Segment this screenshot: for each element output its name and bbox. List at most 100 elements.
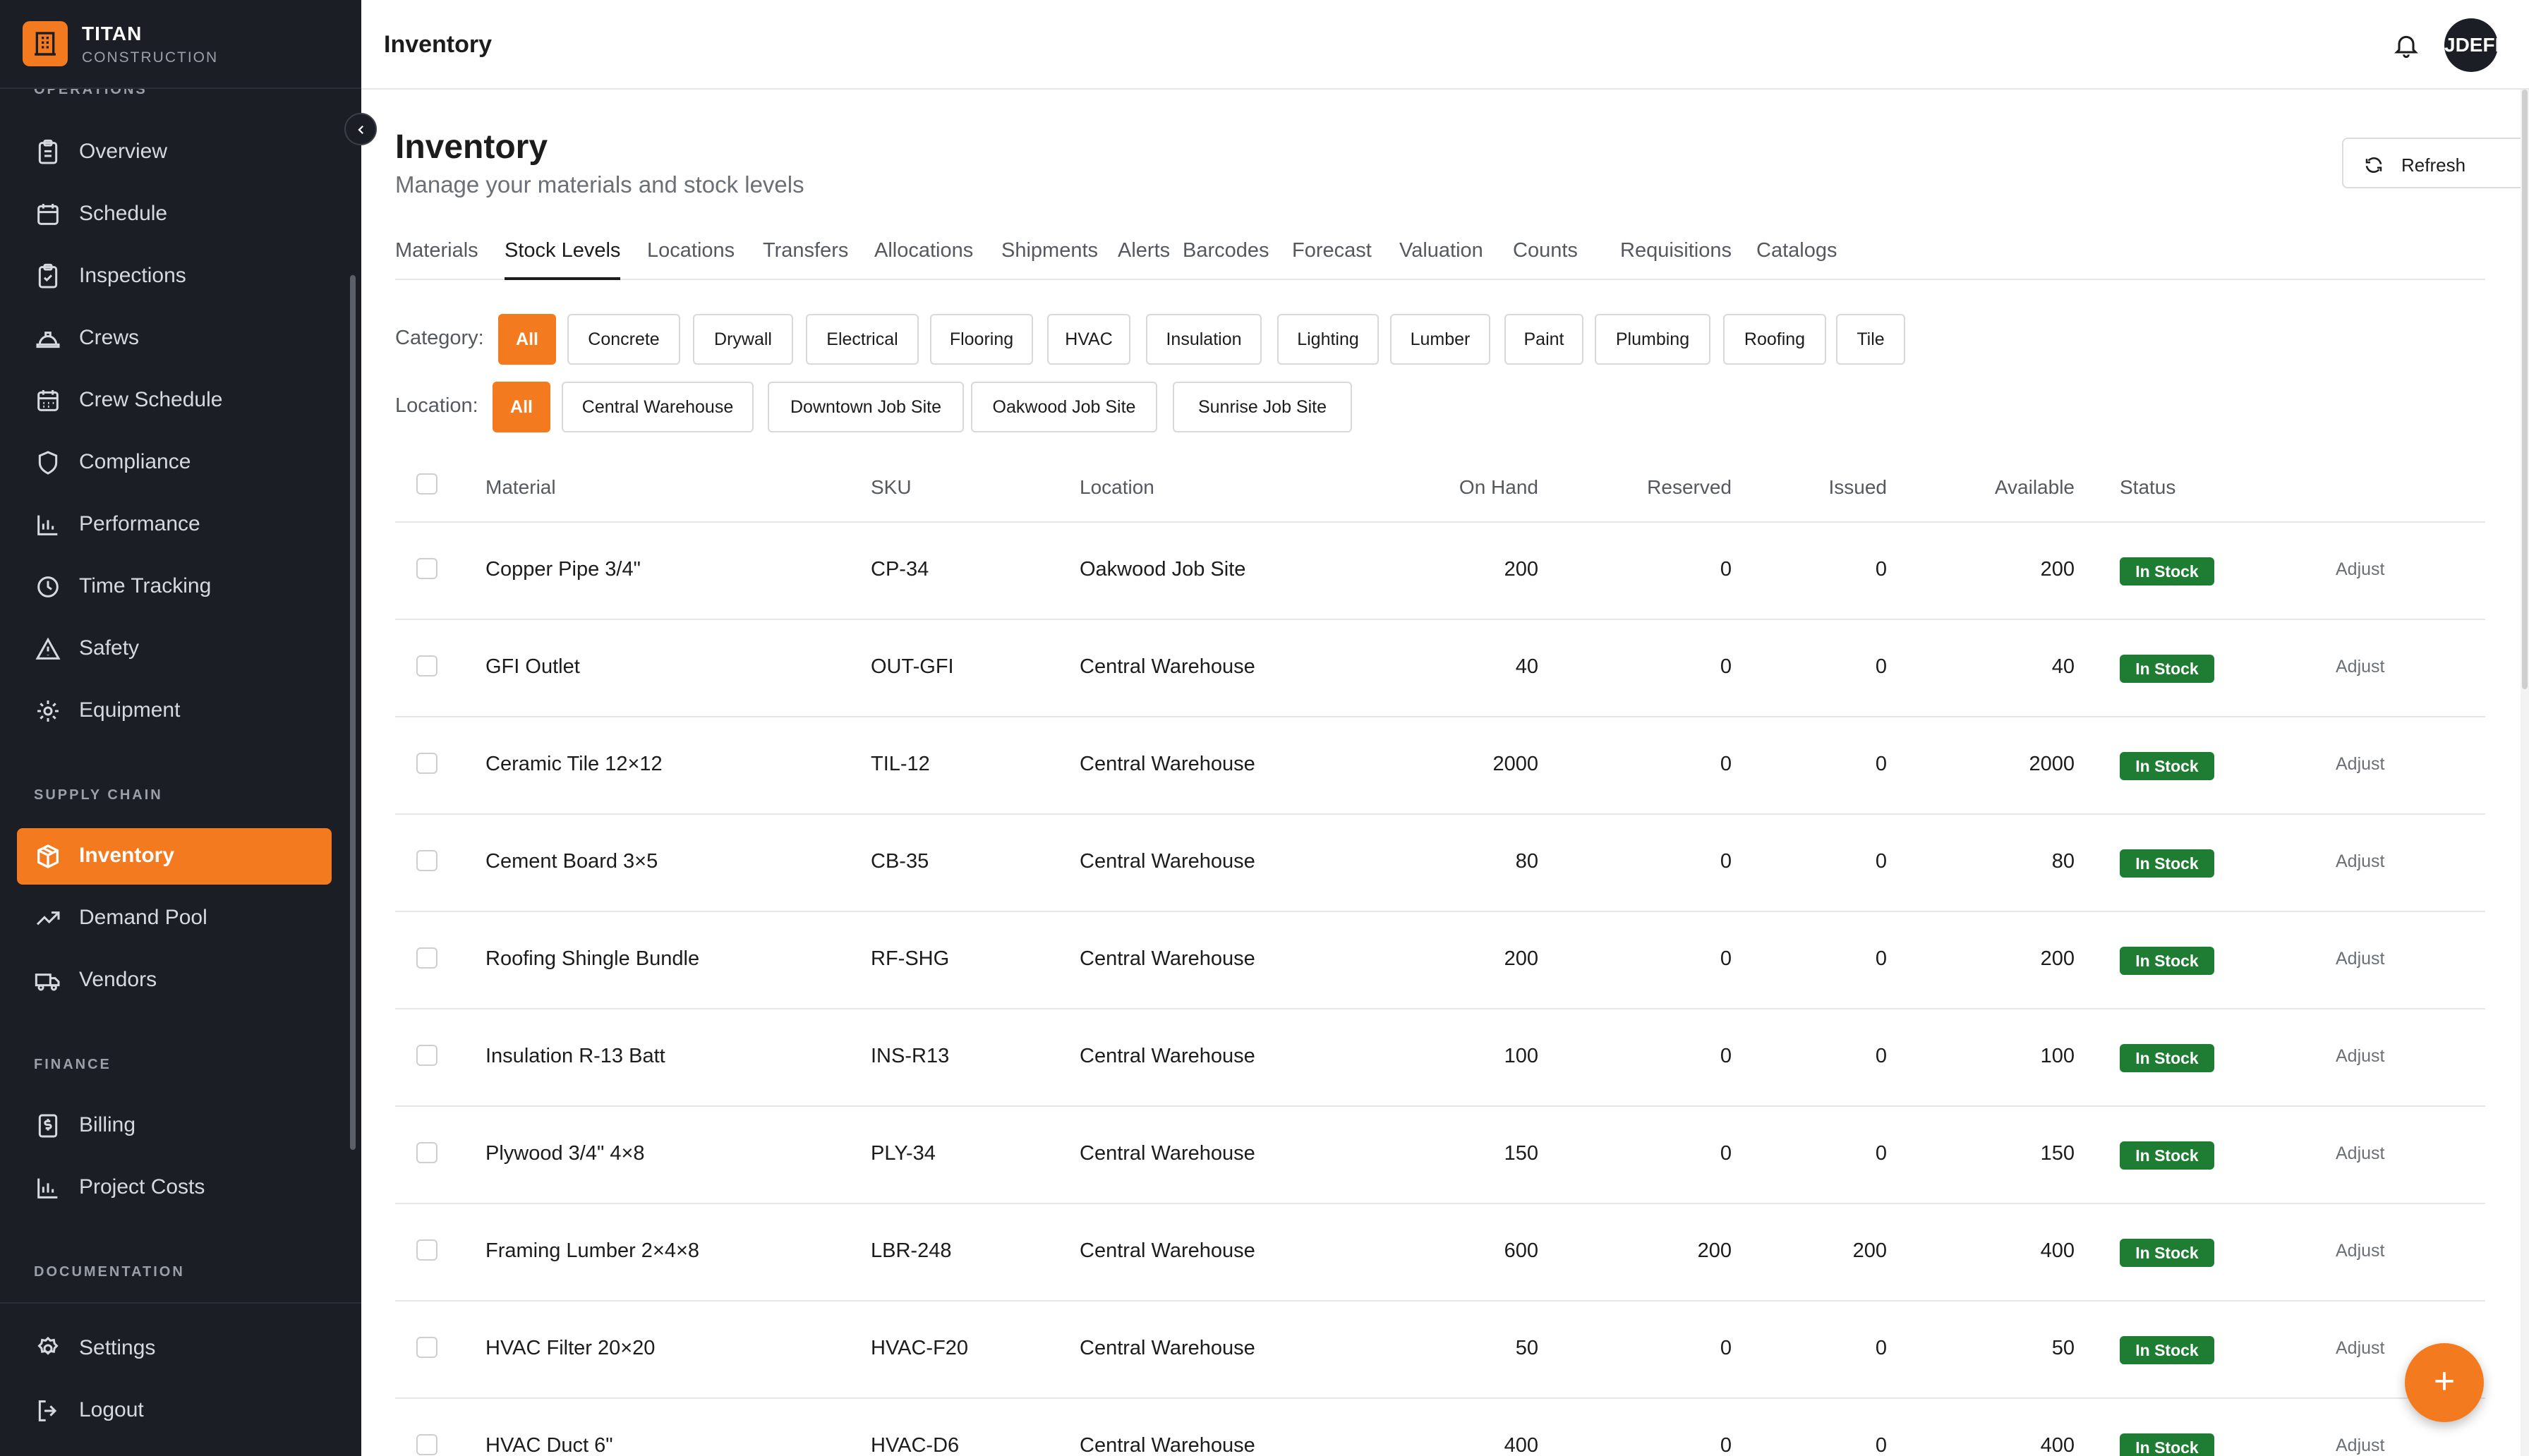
sidebar-item-schedule[interactable]: Schedule	[17, 186, 332, 243]
category-chip-drywall[interactable]: Drywall	[693, 314, 793, 365]
page-scrollbar[interactable]	[2521, 90, 2529, 1456]
adjust-button[interactable]: Adjust	[2336, 559, 2384, 580]
refresh-button[interactable]: Refresh	[2342, 138, 2528, 188]
column-header-on-hand[interactable]: On Hand	[1397, 476, 1538, 499]
adjust-button[interactable]: Adjust	[2336, 1436, 2384, 1456]
table-row[interactable]: Ceramic Tile 12×12 TIL-12 Central Warehous…	[395, 716, 2485, 813]
sidebar-item-billing[interactable]: Billing	[17, 1098, 332, 1154]
category-chip-concrete[interactable]: Concrete	[567, 314, 680, 365]
category-chip-roofing[interactable]: Roofing	[1723, 314, 1826, 365]
tab-valuation[interactable]: Valuation	[1399, 239, 1483, 280]
row-checkbox[interactable]	[416, 1239, 437, 1261]
location-chip-central-warehouse[interactable]: Central Warehouse	[562, 382, 754, 432]
row-checkbox[interactable]	[416, 947, 437, 969]
category-chip-flooring[interactable]: Flooring	[930, 314, 1033, 365]
tab-locations[interactable]: Locations	[647, 239, 735, 280]
adjust-button[interactable]: Adjust	[2336, 949, 2384, 969]
tab-barcodes[interactable]: Barcodes	[1183, 239, 1269, 280]
tab-transfers[interactable]: Transfers	[763, 239, 848, 280]
adjust-button[interactable]: Adjust	[2336, 1143, 2384, 1164]
tab-shipments[interactable]: Shipments	[1001, 239, 1098, 280]
sidebar-scrollbar[interactable]	[350, 275, 356, 1150]
avatar[interactable]: JDEFI	[2444, 18, 2498, 72]
category-chip-hvac[interactable]: HVAC	[1047, 314, 1130, 365]
column-header-issued[interactable]: Issued	[1746, 476, 1888, 499]
table-row[interactable]: GFI Outlet OUT-GFI Central Warehouse 40 0 0 40…	[395, 619, 2485, 716]
location-chip-oakwood-job-site[interactable]: Oakwood Job Site	[971, 382, 1157, 432]
category-chip-all[interactable]: All	[498, 314, 556, 365]
row-checkbox[interactable]	[416, 1142, 437, 1163]
column-header-status[interactable]: Status	[2120, 476, 2175, 499]
adjust-button[interactable]: Adjust	[2336, 754, 2384, 775]
column-header-available[interactable]: Available	[1933, 476, 2075, 499]
material-cell: HVAC Duct 6"	[485, 1434, 613, 1456]
category-chip-insulation[interactable]: Insulation	[1146, 314, 1262, 365]
sidebar-item-compliance[interactable]: Compliance	[17, 435, 332, 491]
category-chip-lighting[interactable]: Lighting	[1277, 314, 1379, 365]
table-row[interactable]: Copper Pipe 3/4" CP-34 Oakwood Job Site 200…	[395, 521, 2485, 619]
row-checkbox[interactable]	[416, 850, 437, 871]
tab-materials[interactable]: Materials	[395, 239, 478, 280]
column-header-material[interactable]: Material	[485, 476, 556, 499]
sidebar-item-safety[interactable]: Safety	[17, 621, 332, 677]
table-row[interactable]: HVAC Filter 20×20 HVAC-F20 Central Warehou…	[395, 1300, 2485, 1397]
table-row[interactable]: Roofing Shingle Bundle RF-SHG Central Ware…	[395, 911, 2485, 1008]
row-checkbox[interactable]	[416, 1045, 437, 1066]
category-chip-plumbing[interactable]: Plumbing	[1595, 314, 1710, 365]
table-row[interactable]: Framing Lumber 2×4×8 LBR-248 Central Wareh…	[395, 1203, 2485, 1300]
tab-stock-levels[interactable]: Stock Levels	[505, 239, 621, 280]
sidebar-item-equipment[interactable]: Equipment	[17, 683, 332, 739]
tab-catalogs[interactable]: Catalogs	[1756, 239, 1837, 280]
sidebar-item-inventory[interactable]: Inventory	[17, 828, 332, 885]
table-row[interactable]: Insulation R-13 Batt INS-R13 Central Wareh…	[395, 1008, 2485, 1105]
sidebar-item-performance[interactable]: Performance	[17, 497, 332, 553]
bell-icon[interactable]	[2392, 30, 2420, 61]
column-header-sku[interactable]: SKU	[871, 476, 912, 499]
select-all-checkbox[interactable]	[416, 473, 437, 495]
sidebar-item-project-costs[interactable]: Project Costs	[17, 1160, 332, 1216]
location-chip-downtown-job-site[interactable]: Downtown Job Site	[768, 382, 964, 432]
row-checkbox[interactable]	[416, 1434, 437, 1455]
sidebar-item-overview[interactable]: Overview	[17, 124, 332, 181]
sidebar-item-demand-pool[interactable]: Demand Pool	[17, 890, 332, 947]
adjust-button[interactable]: Adjust	[2336, 657, 2384, 677]
adjust-button[interactable]: Adjust	[2336, 851, 2384, 872]
column-header-reserved[interactable]: Reserved	[1591, 476, 1732, 499]
table-row[interactable]: Plywood 3/4" 4×8 PLY-34 Central Warehouse 1…	[395, 1105, 2485, 1203]
table-row[interactable]: Cement Board 3×5 CB-35 Central Warehouse 80…	[395, 813, 2485, 911]
category-chip-paint[interactable]: Paint	[1504, 314, 1583, 365]
table-row[interactable]: HVAC Duct 6" HVAC-D6 Central Warehouse 400 0…	[395, 1397, 2485, 1456]
tab-counts[interactable]: Counts	[1513, 239, 1578, 280]
sidebar-item-settings[interactable]: Settings	[17, 1321, 332, 1377]
adjust-button[interactable]: Adjust	[2336, 1338, 2384, 1359]
sidebar-item-crew-schedule[interactable]: Crew Schedule	[17, 372, 332, 429]
refresh-icon	[2365, 157, 2382, 173]
row-checkbox[interactable]	[416, 753, 437, 774]
status-badge: In Stock	[2120, 557, 2214, 586]
row-checkbox[interactable]	[416, 558, 437, 579]
location-chip-sunrise-job-site[interactable]: Sunrise Job Site	[1173, 382, 1352, 432]
tab-allocations[interactable]: Allocations	[874, 239, 973, 280]
row-checkbox[interactable]	[416, 1337, 437, 1358]
adjust-button[interactable]: Adjust	[2336, 1046, 2384, 1067]
location-chip-all[interactable]: All	[493, 382, 550, 432]
adjust-button[interactable]: Adjust	[2336, 1241, 2384, 1261]
category-chip-electrical[interactable]: Electrical	[806, 314, 919, 365]
column-header-location[interactable]: Location	[1080, 476, 1154, 499]
page-scrollbar-thumb[interactable]	[2522, 90, 2528, 689]
category-chip-tile[interactable]: Tile	[1836, 314, 1905, 365]
collapse-sidebar-button[interactable]	[344, 113, 377, 145]
sidebar-item-logout[interactable]: Logout	[17, 1383, 332, 1439]
sidebar-item-time-tracking[interactable]: Time Tracking	[17, 559, 332, 615]
main-content: Inventory Manage your materials and stoc…	[361, 90, 2528, 1456]
tab-requisitions[interactable]: Requisitions	[1620, 239, 1732, 280]
sidebar-item-vendors[interactable]: Vendors	[17, 952, 332, 1009]
sidebar-item-inspections[interactable]: Inspections	[17, 248, 332, 305]
category-chip-lumber[interactable]: Lumber	[1390, 314, 1490, 365]
row-checkbox[interactable]	[416, 655, 437, 677]
location-cell: Central Warehouse	[1080, 947, 1255, 970]
sidebar-item-crews[interactable]: Crews	[17, 310, 332, 367]
tab-forecast[interactable]: Forecast	[1292, 239, 1372, 280]
tab-alerts[interactable]: Alerts	[1118, 239, 1170, 280]
add-fab-button[interactable]: +	[2405, 1343, 2484, 1422]
